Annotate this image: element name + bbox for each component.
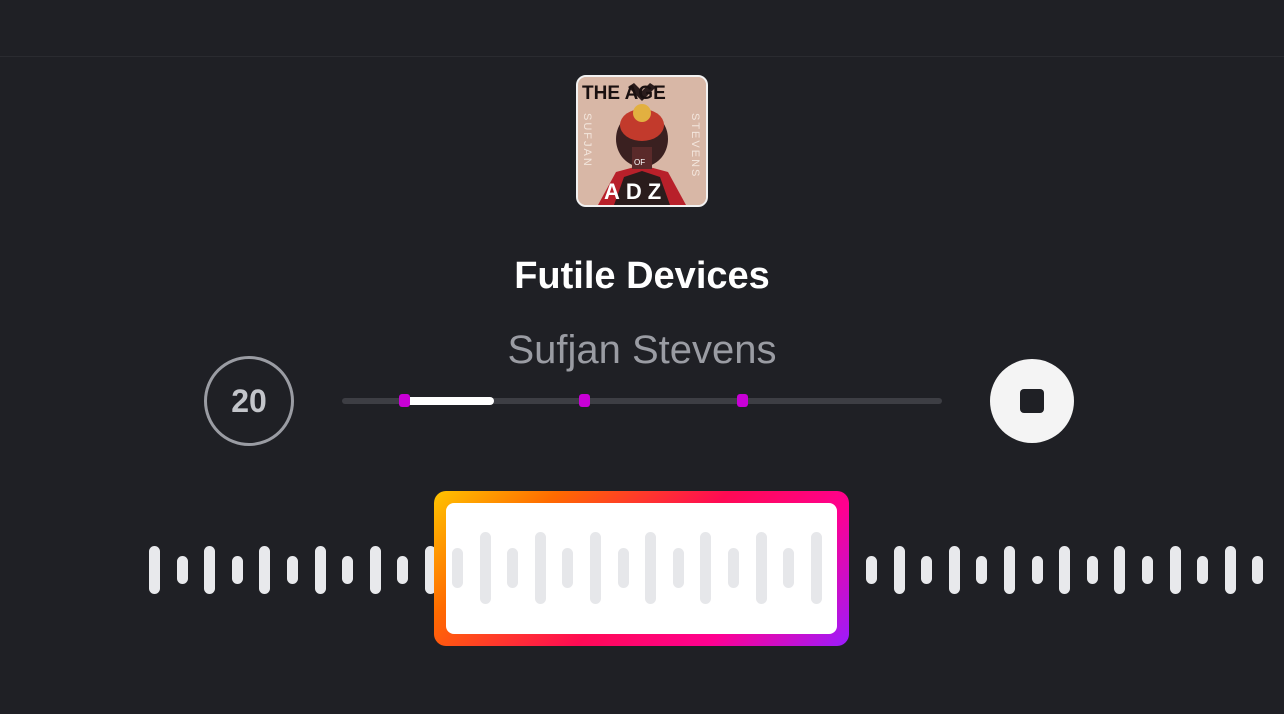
waveform-bar: [259, 546, 271, 594]
album-art: THE AGE OF ADZ SUFJAN STEVENS: [576, 75, 708, 207]
waveform-bar: [314, 546, 326, 594]
waveform-bar: [397, 556, 409, 584]
stop-button[interactable]: [990, 359, 1074, 443]
album-title-top: THE AGE: [582, 83, 666, 104]
waveform-bar: [893, 546, 905, 594]
progress-marker[interactable]: [737, 394, 748, 407]
waveform-bar: [507, 548, 519, 588]
waveform-bar: [1086, 556, 1098, 584]
waveform-bar: [149, 546, 160, 594]
waveform-bar: [1114, 546, 1126, 594]
waveform-bar: [231, 556, 243, 584]
waveform-bar: [590, 532, 601, 604]
waveform-bar: [562, 548, 574, 588]
waveform-bar: [1252, 556, 1264, 584]
waveform-bar: [810, 532, 822, 604]
clip-selector[interactable]: [434, 491, 849, 646]
album-artist-right: STEVENS: [689, 113, 701, 178]
stop-icon: [1020, 389, 1044, 413]
waveform-bar: [755, 532, 767, 604]
progress-marker[interactable]: [579, 394, 590, 407]
album-artist-left: SUFJAN: [581, 113, 593, 168]
waveform-bar: [866, 556, 877, 584]
track-title: Futile Devices: [514, 255, 770, 297]
waveform-bar: [342, 556, 354, 584]
waveform-bar: [452, 548, 463, 588]
waveform-bar: [287, 556, 298, 584]
waveform-bar: [783, 548, 795, 588]
clip-selector-window: [446, 503, 837, 634]
waveform-bar: [176, 556, 188, 584]
waveform-bar: [921, 556, 933, 584]
waveform-bar: [948, 546, 960, 594]
skip-20-icon: 20: [231, 382, 267, 419]
waveform-bar: [204, 546, 216, 594]
waveform-bar: [1224, 546, 1236, 594]
waveform-bar: [617, 548, 629, 588]
waveform-bar: [1142, 556, 1153, 584]
progress-fill: [404, 397, 494, 405]
progress-track[interactable]: [342, 394, 942, 407]
waveform-bar: [672, 548, 684, 588]
waveform-bar: [369, 546, 381, 594]
waveform-bar: [479, 532, 491, 604]
waveform-bar: [700, 532, 712, 604]
waveform-bar: [1197, 556, 1209, 584]
waveform-bar: [1031, 556, 1043, 584]
waveform-bar: [728, 548, 739, 588]
album-title-of: OF: [634, 158, 645, 167]
waveform-bar: [1004, 546, 1015, 594]
skip-20-button[interactable]: 20: [204, 356, 294, 446]
waveform-bar: [1169, 546, 1181, 594]
waveform-bar: [976, 556, 988, 584]
track-artist[interactable]: Sufjan Stevens: [0, 326, 1284, 374]
waveform-bar: [1059, 546, 1071, 594]
waveform-bar: [534, 532, 546, 604]
waveform-bar: [645, 532, 657, 604]
album-title-bottom: ADZ: [604, 179, 667, 204]
top-bar: [0, 0, 1284, 57]
progress-marker[interactable]: [399, 394, 410, 407]
